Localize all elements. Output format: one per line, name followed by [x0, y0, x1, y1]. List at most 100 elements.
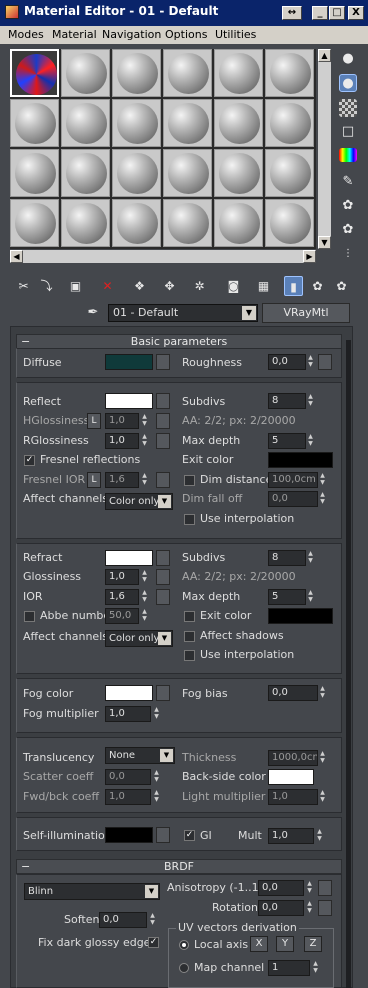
map-channel-spinner[interactable]: ▲ ▼ [311, 960, 320, 976]
glossiness-spinner[interactable]: ▲ ▼ [140, 569, 149, 585]
make-unique-icon[interactable]: ✥ [160, 276, 179, 296]
axis-y-button[interactable]: Y [276, 936, 294, 952]
thickness-field[interactable]: 1000,0cm [268, 750, 318, 766]
refr-subdivs-field[interactable]: 8 [268, 550, 306, 566]
material-sample-slot[interactable] [265, 49, 314, 97]
fog-bias-spinner[interactable]: ▲ ▼ [318, 685, 327, 701]
fog-multiplier-spinner[interactable]: ▲ ▼ [152, 706, 161, 722]
dim-distance-checkbox[interactable] [184, 475, 195, 486]
fog-bias-field[interactable]: 0,0 [268, 685, 318, 701]
scroll-up-icon[interactable]: ▲ [318, 49, 331, 62]
brdf-type-dropdown[interactable]: Blinn ▼ [24, 883, 160, 900]
gi-checkbox[interactable]: ✓ [184, 830, 195, 841]
roughness-field[interactable]: 0,0 [268, 354, 306, 370]
show-map-in-viewport-icon[interactable]: ▦ [254, 276, 273, 296]
material-sample-slot[interactable] [10, 99, 59, 147]
fog-color-map-button[interactable] [156, 685, 170, 701]
reset-map-icon[interactable]: ✕ [98, 276, 117, 296]
abbe-field[interactable]: 50,0 [105, 608, 139, 624]
material-map-navigator-icon[interactable]: ⋮ [339, 245, 357, 263]
refr-use-interpolation-checkbox[interactable] [184, 650, 195, 661]
put-to-scene-icon[interactable]: ⤵ [37, 276, 56, 296]
dim-falloff-spinner[interactable]: ▲ ▼ [318, 491, 327, 507]
diffuse-map-button[interactable] [156, 354, 170, 370]
scroll-down-icon[interactable]: ▼ [318, 236, 331, 249]
material-sample-slot[interactable] [163, 149, 212, 197]
fwd-bck-coeff-field[interactable]: 1,0 [105, 789, 151, 805]
make-preview-icon[interactable]: ✎ [339, 173, 357, 191]
reflect-map-button[interactable] [156, 393, 170, 409]
sample-horizontal-scrollbar[interactable]: ◀ ▶ [10, 250, 316, 263]
refr-exit-color-swatch[interactable] [268, 608, 333, 624]
refr-affect-channels-dropdown[interactable]: Color only ▼ [105, 630, 173, 647]
refl-use-interpolation-checkbox[interactable] [184, 514, 195, 525]
menu-modes[interactable]: Modes [8, 28, 44, 41]
refr-exit-color-checkbox[interactable] [184, 611, 195, 622]
material-sample-slot[interactable] [112, 99, 161, 147]
menu-material[interactable]: Material [52, 28, 97, 41]
fwd-bck-coeff-spinner[interactable]: ▲ ▼ [152, 789, 161, 805]
scatter-coeff-spinner[interactable]: ▲ ▼ [152, 769, 161, 785]
glossiness-field[interactable]: 1,0 [105, 569, 139, 585]
show-end-result-icon[interactable]: ▮ [284, 276, 303, 296]
material-sample-slot[interactable] [265, 199, 314, 247]
material-sample-slot[interactable] [61, 99, 110, 147]
refl-subdivs-field[interactable]: 8 [268, 393, 306, 409]
sample-uv-tiling-icon[interactable]: □ [339, 123, 357, 141]
sample-type-sphere-icon[interactable]: ● [339, 50, 357, 68]
refl-maxdepth-field[interactable]: 5 [268, 433, 306, 449]
close-button[interactable]: X [348, 6, 364, 20]
fix-dark-glossy-checkbox[interactable]: ✓ [148, 937, 159, 948]
refract-color-swatch[interactable] [105, 550, 153, 566]
menu-options[interactable]: Options [165, 28, 207, 41]
axis-z-button[interactable]: Z [304, 936, 322, 952]
hglossiness-spinner[interactable]: ▲ ▼ [140, 413, 149, 429]
pick-material-eyedropper-icon[interactable]: ✒ [84, 305, 102, 321]
material-sample-slot[interactable] [10, 199, 59, 247]
menu-utilities[interactable]: Utilities [215, 28, 256, 41]
rotation-map-button[interactable] [318, 900, 332, 916]
brdf-rollout[interactable]: − BRDF [16, 859, 342, 874]
affect-shadows-checkbox[interactable] [184, 631, 195, 642]
material-sample-slot[interactable] [214, 199, 263, 247]
glossiness-map-button[interactable] [156, 569, 170, 585]
material-name-field[interactable]: 01 - Default ▼ [108, 304, 258, 322]
rglossiness-spinner[interactable]: ▲ ▼ [140, 433, 149, 449]
material-sample-slot[interactable] [61, 149, 110, 197]
scroll-right-icon[interactable]: ▶ [303, 250, 316, 263]
abbe-spinner[interactable]: ▲ ▼ [140, 608, 149, 624]
fog-color-swatch[interactable] [105, 685, 153, 701]
soften-field[interactable]: 0,0 [99, 912, 147, 928]
go-to-parent-icon[interactable]: ✿ [308, 276, 327, 296]
mult-spinner[interactable]: ▲ ▼ [315, 828, 324, 844]
material-sample-slot[interactable] [61, 49, 110, 97]
maximize-button[interactable]: □ [329, 6, 345, 20]
anisotropy-spinner[interactable]: ▲ ▼ [305, 880, 314, 896]
make-copy-icon[interactable]: ❖ [130, 276, 149, 296]
basic-parameters-rollout[interactable]: − Basic parameters [16, 334, 342, 349]
backlight-icon[interactable]: ● [339, 74, 357, 92]
anisotropy-field[interactable]: 0,0 [258, 880, 304, 896]
chevron-down-icon[interactable]: ▼ [242, 306, 256, 320]
refr-maxdepth-spinner[interactable]: ▲ ▼ [306, 589, 315, 605]
material-sample-slot[interactable] [214, 99, 263, 147]
scroll-left-icon[interactable]: ◀ [10, 250, 23, 263]
material-sample-slot[interactable] [112, 199, 161, 247]
fresnel-ior-lock-button[interactable]: L [87, 472, 101, 488]
dim-distance-spinner[interactable]: ▲ ▼ [318, 472, 327, 488]
fresnel-ior-field[interactable]: 1,6 [105, 472, 139, 488]
rotation-field[interactable]: 0,0 [258, 900, 304, 916]
sample-vertical-scrollbar[interactable]: ▲ ▼ [318, 49, 331, 249]
menu-navigation[interactable]: Navigation [102, 28, 161, 41]
background-checker-icon[interactable] [339, 99, 357, 117]
fog-multiplier-field[interactable]: 1,0 [105, 706, 151, 722]
material-sample-slot[interactable] [10, 149, 59, 197]
fresnel-ior-map-button[interactable] [156, 472, 170, 488]
affect-channels-dropdown[interactable]: Color only ▼ [105, 493, 173, 510]
fresnel-ior-spinner[interactable]: ▲ ▼ [140, 472, 149, 488]
panel-scrollbar[interactable] [346, 340, 351, 988]
material-sample-slot[interactable] [112, 49, 161, 97]
axis-x-button[interactable]: X [250, 936, 268, 952]
local-axis-radio[interactable] [179, 940, 189, 950]
reflect-color-swatch[interactable] [105, 393, 153, 409]
